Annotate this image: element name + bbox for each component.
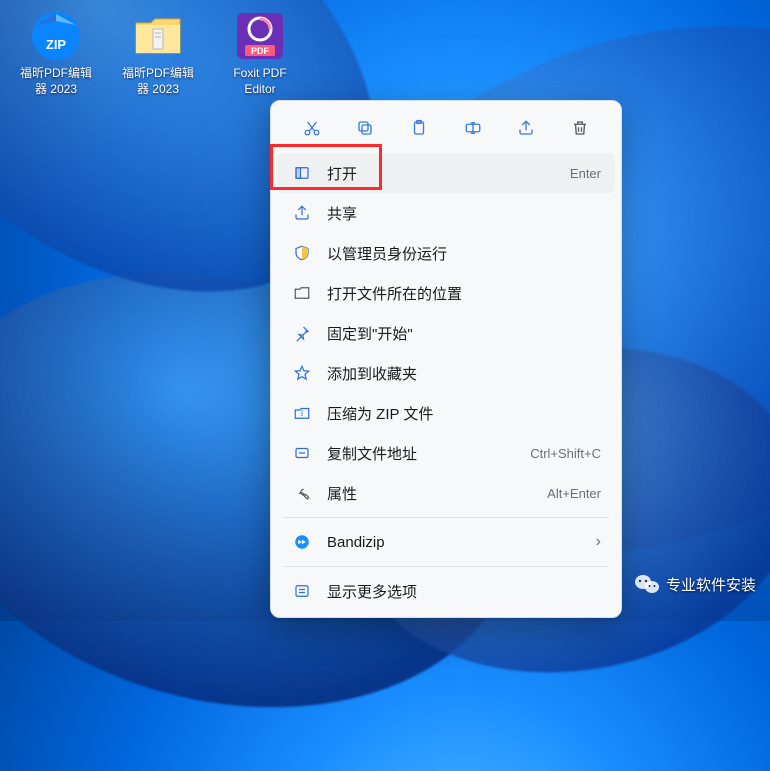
context-menu: 打开 Enter 共享 以管理员身份运行 打开文件所在的位置 固定到"开始" 添…: [270, 100, 622, 618]
menu-item-bandizip[interactable]: Bandizip ›: [277, 522, 615, 562]
zip-icon: [291, 404, 313, 422]
delete-button[interactable]: [562, 113, 598, 143]
menu-separator: [283, 517, 609, 518]
folder-icon: [291, 284, 313, 302]
open-icon: [291, 164, 313, 182]
menu-item-label: 固定到"开始": [327, 323, 601, 344]
menu-separator: [283, 566, 609, 567]
menu-item-label: 打开: [327, 163, 562, 184]
foxit-app-icon: PDF: [234, 10, 286, 62]
bandizip-icon: [291, 533, 313, 551]
chevron-right-icon: ›: [596, 533, 601, 551]
menu-item-shortcut: Ctrl+Shift+C: [530, 446, 601, 461]
copy-path-icon: [291, 444, 313, 462]
menu-item-label: 以管理员身份运行: [327, 243, 601, 264]
menu-item-add-favorite[interactable]: 添加到收藏夹: [277, 353, 615, 393]
star-icon: [291, 364, 313, 382]
menu-item-share[interactable]: 共享: [277, 193, 615, 233]
menu-item-shortcut: Enter: [570, 166, 601, 181]
menu-item-label: 打开文件所在的位置: [327, 283, 601, 304]
folder-icon: [132, 10, 184, 62]
share-icon: [291, 204, 313, 222]
desktop-icon-folder[interactable]: 福昕PDF编辑 器 2023: [116, 10, 200, 97]
menu-item-label: 属性: [327, 483, 539, 504]
menu-item-open[interactable]: 打开 Enter: [277, 153, 615, 193]
context-menu-items: 打开 Enter 共享 以管理员身份运行 打开文件所在的位置 固定到"开始" 添…: [277, 153, 615, 611]
desktop-icon-foxit[interactable]: PDF Foxit PDF Editor: [218, 10, 302, 97]
shield-icon: [291, 244, 313, 262]
menu-item-label: 共享: [327, 203, 601, 224]
menu-item-shortcut: Alt+Enter: [547, 486, 601, 501]
desktop-icon-label: Foxit PDF Editor: [233, 65, 286, 97]
more-icon: [291, 582, 313, 600]
menu-item-pin-start[interactable]: 固定到"开始": [277, 313, 615, 353]
copy-button[interactable]: [347, 113, 383, 143]
watermark: 专业软件安装: [634, 573, 756, 595]
menu-item-label: Bandizip: [327, 534, 588, 551]
menu-item-open-location[interactable]: 打开文件所在的位置: [277, 273, 615, 313]
rename-button[interactable]: [455, 113, 491, 143]
desktop-icons: ZIP 福昕PDF编辑 器 2023 福昕PDF编辑 器 2023 PDF: [14, 10, 302, 97]
share-button[interactable]: [508, 113, 544, 143]
menu-item-show-more[interactable]: 显示更多选项: [277, 571, 615, 611]
pin-icon: [291, 324, 313, 342]
desktop-icon-zip[interactable]: ZIP 福昕PDF编辑 器 2023: [14, 10, 98, 97]
menu-item-compress-zip[interactable]: 压缩为 ZIP 文件: [277, 393, 615, 433]
zip-archive-icon: ZIP: [30, 10, 82, 62]
context-menu-toolbar: [277, 107, 615, 153]
menu-item-label: 复制文件地址: [327, 443, 522, 464]
cut-button[interactable]: [294, 113, 330, 143]
menu-item-label: 添加到收藏夹: [327, 363, 601, 384]
watermark-text: 专业软件安装: [666, 574, 756, 595]
wechat-icon: [634, 573, 660, 595]
menu-item-label: 显示更多选项: [327, 581, 601, 602]
menu-item-copy-path[interactable]: 复制文件地址 Ctrl+Shift+C: [277, 433, 615, 473]
desktop-icon-label: 福昕PDF编辑 器 2023: [20, 65, 92, 97]
desktop-icon-label: 福昕PDF编辑 器 2023: [122, 65, 194, 97]
menu-item-properties[interactable]: 属性 Alt+Enter: [277, 473, 615, 513]
wrench-icon: [291, 484, 313, 502]
paste-button[interactable]: [401, 113, 437, 143]
svg-text:PDF: PDF: [251, 46, 270, 56]
svg-text:ZIP: ZIP: [46, 37, 67, 52]
menu-item-run-as-admin[interactable]: 以管理员身份运行: [277, 233, 615, 273]
menu-item-label: 压缩为 ZIP 文件: [327, 403, 601, 424]
